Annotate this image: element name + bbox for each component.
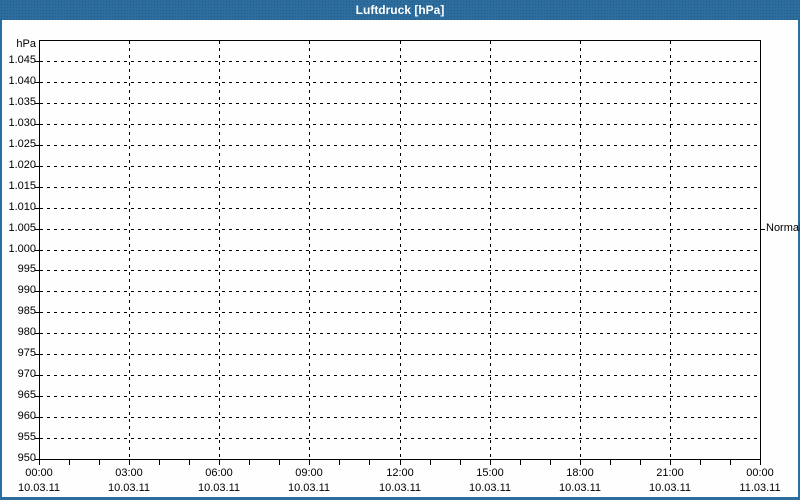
- x-tick-mark: [69, 460, 70, 465]
- x-time-label: 21:00: [640, 467, 700, 479]
- x-gridline: [129, 41, 130, 459]
- x-tick-mark: [189, 460, 190, 465]
- y-tick-label: 980: [0, 326, 36, 338]
- y-tick-label: 1.035: [0, 96, 36, 108]
- x-time-label: 00:00: [9, 467, 69, 479]
- x-gridline: [400, 41, 401, 459]
- x-date-label: 10.03.11: [279, 482, 339, 494]
- x-date-label: 10.03.11: [460, 482, 520, 494]
- y-tick-label: 1.025: [0, 138, 36, 150]
- y-tick-label: 1.015: [0, 180, 36, 192]
- y-tick-label: 1.000: [0, 243, 36, 255]
- y-tick-label: 950: [0, 452, 36, 464]
- x-tick-mark: [550, 460, 551, 465]
- window-title: Luftdruck [hPa]: [356, 3, 445, 17]
- x-tick-mark: [99, 460, 100, 465]
- y-tick-label: 1.020: [0, 159, 36, 171]
- y-tick-label: 975: [0, 347, 36, 359]
- x-tick-mark: [129, 460, 130, 465]
- y-tick-label: 955: [0, 431, 36, 443]
- x-tick-mark: [760, 460, 761, 465]
- reference-label: Normal: [766, 222, 800, 234]
- y-tick-label: 995: [0, 263, 36, 275]
- x-tick-mark: [520, 460, 521, 465]
- x-tick-mark: [249, 460, 250, 465]
- x-tick-mark: [279, 460, 280, 465]
- x-tick-mark: [159, 460, 160, 465]
- window-title-bar[interactable]: Luftdruck [hPa]: [0, 0, 800, 20]
- x-time-label: 06:00: [189, 467, 249, 479]
- chart-window: Luftdruck [hPa] hPa 1.045 1.040 1.035 1.030…: [0, 0, 800, 500]
- x-gridline: [670, 41, 671, 459]
- y-tick-label: 960: [0, 410, 36, 422]
- x-tick-mark: [730, 460, 731, 465]
- x-tick-mark: [400, 460, 401, 465]
- y-tick-label: 1.030: [0, 117, 36, 129]
- y-tick-label: 1.010: [0, 201, 36, 213]
- x-tick-mark: [339, 460, 340, 465]
- x-tick-mark: [430, 460, 431, 465]
- x-tick-mark: [39, 460, 40, 465]
- x-tick-mark: [460, 460, 461, 465]
- x-gridline: [490, 41, 491, 459]
- x-gridline: [580, 41, 581, 459]
- x-tick-mark: [580, 460, 581, 465]
- reference-tick-mark: [760, 229, 765, 230]
- y-tick-label: 985: [0, 305, 36, 317]
- x-tick-mark: [670, 460, 671, 465]
- x-date-label: 10.03.11: [9, 482, 69, 494]
- y-tick-label: 1.045: [0, 54, 36, 66]
- y-tick-label: 970: [0, 368, 36, 380]
- y-tick-label: 990: [0, 284, 36, 296]
- x-time-label: 03:00: [99, 467, 159, 479]
- y-tick-label: 1.040: [0, 75, 36, 87]
- x-date-label: 11.03.11: [730, 482, 790, 494]
- x-tick-mark: [309, 460, 310, 465]
- x-tick-mark: [219, 460, 220, 465]
- x-time-label: 18:00: [550, 467, 610, 479]
- x-date-label: 10.03.11: [99, 482, 159, 494]
- x-time-label: 12:00: [370, 467, 430, 479]
- window-border-left: [0, 20, 2, 500]
- y-tick-label: 965: [0, 389, 36, 401]
- x-time-label: 15:00: [460, 467, 520, 479]
- x-date-label: 10.03.11: [370, 482, 430, 494]
- x-tick-mark: [490, 460, 491, 465]
- x-time-label: 00:00: [730, 467, 790, 479]
- y-axis-unit-label: hPa: [0, 38, 36, 50]
- x-tick-mark: [700, 460, 701, 465]
- x-gridline: [309, 41, 310, 459]
- x-tick-mark: [369, 460, 370, 465]
- x-gridline: [219, 41, 220, 459]
- x-tick-mark: [640, 460, 641, 465]
- x-date-label: 10.03.11: [189, 482, 249, 494]
- x-date-label: 10.03.11: [640, 482, 700, 494]
- y-tick-label: 1.005: [0, 222, 36, 234]
- x-date-label: 10.03.11: [550, 482, 610, 494]
- x-time-label: 09:00: [279, 467, 339, 479]
- x-tick-mark: [610, 460, 611, 465]
